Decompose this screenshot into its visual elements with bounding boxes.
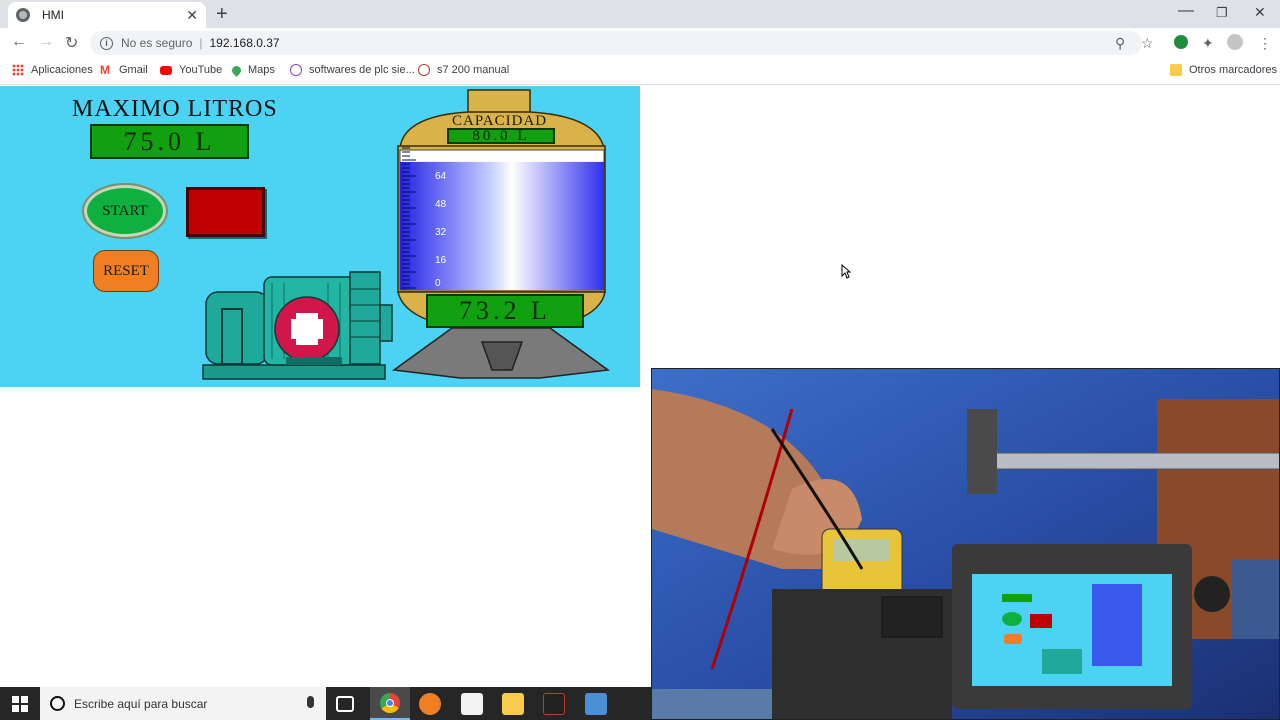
apps-grid-icon: [12, 64, 24, 76]
camera-photo: [652, 369, 1279, 719]
maps-icon: [230, 63, 243, 77]
browser-tab-strip: HMI ✕ + — ❐ ✕: [0, 0, 1280, 28]
bookmarks-bar: Aplicaciones M Gmail YouTube Maps softwa…: [0, 58, 1280, 85]
bookmark-label: Maps: [248, 64, 275, 76]
chrome-icon-center: [386, 699, 394, 707]
browser-toolbar: ← → ↻ i No es seguro | 192.168.0.37 ⚲ ☆ …: [0, 28, 1280, 58]
max-liters-title: MAXIMO LITROS: [72, 96, 278, 122]
tab-close-icon[interactable]: ✕: [186, 7, 198, 24]
hmi-panel: MAXIMO LITROS 75.0 L START RESET CAPACID…: [0, 86, 640, 387]
ccleaner-icon[interactable]: [419, 693, 441, 715]
extension-shield-icon[interactable]: [1174, 35, 1188, 49]
bookmark-youtube[interactable]: YouTube: [160, 64, 222, 76]
scale-tick-label: 16: [435, 255, 447, 266]
info-icon[interactable]: i: [100, 36, 113, 50]
microphone-icon[interactable]: [307, 696, 314, 708]
bookmark-other-folder[interactable]: Otros marcadores: [1170, 64, 1277, 76]
url-text[interactable]: 192.168.0.37: [210, 36, 280, 50]
site-icon: [418, 64, 430, 76]
current-level-display[interactable]: 73.2 L: [426, 294, 584, 328]
scale-tick-label: 32: [435, 227, 447, 238]
task-view-icon[interactable]: [336, 696, 354, 712]
app-a-icon[interactable]: [543, 693, 565, 715]
bookmark-maps[interactable]: Maps: [230, 63, 275, 77]
zoom-icon[interactable]: ⚲: [1115, 35, 1125, 52]
store-icon[interactable]: [461, 693, 483, 715]
youtube-icon: [160, 65, 172, 75]
search-placeholder: Escribe aquí para buscar: [74, 696, 208, 711]
back-arrow-icon[interactable]: ←: [11, 33, 27, 51]
forward-arrow-icon[interactable]: →: [38, 33, 54, 51]
tank-liquid-level: [400, 161, 604, 290]
bookmark-label: YouTube: [179, 64, 223, 76]
scale-tick-label: 64: [435, 171, 447, 182]
windows-start-icon[interactable]: [12, 696, 28, 712]
start-button[interactable]: START: [84, 185, 166, 237]
bookmark-s7-manual[interactable]: s7 200 manual: [418, 64, 509, 76]
taskbar-search-box[interactable]: Escribe aquí para buscar: [40, 687, 326, 720]
file-explorer-icon[interactable]: [502, 693, 524, 715]
site-icon: [290, 64, 302, 76]
menu-dots-icon[interactable]: ⋮: [1258, 35, 1272, 52]
app-tool-icon[interactable]: [585, 693, 607, 715]
max-liters-display[interactable]: 75.0 L: [90, 124, 249, 159]
tab-hmi[interactable]: HMI ✕: [8, 2, 206, 28]
tab-title: HMI: [42, 8, 64, 22]
taskbar-chrome-active[interactable]: [370, 687, 410, 720]
desktop-screen: HMI ✕ + — ❐ ✕ ← → ↻ i No es seguro | 192…: [0, 0, 1280, 720]
extensions-puzzle-icon[interactable]: ✦: [1202, 35, 1214, 52]
bookmark-label: Otros marcadores: [1189, 64, 1278, 76]
globe-icon: [16, 8, 30, 22]
star-bookmark-icon[interactable]: ☆: [1141, 35, 1154, 52]
bookmark-plc-software[interactable]: softwares de plc sie...: [290, 64, 415, 76]
mouse-cursor-icon: [841, 264, 851, 279]
cortana-icon: [50, 696, 65, 711]
reload-icon[interactable]: ↻: [65, 33, 78, 53]
minimize-button[interactable]: —: [1178, 2, 1194, 20]
close-window-button[interactable]: ✕: [1254, 4, 1266, 21]
address-separator: |: [199, 36, 203, 50]
bookmark-label: s7 200 manual: [437, 64, 510, 76]
stop-button[interactable]: [186, 187, 265, 237]
new-tab-button[interactable]: +: [216, 3, 228, 26]
windows-taskbar: Escribe aquí para buscar: [0, 687, 651, 720]
bookmark-label: Aplicaciones: [31, 64, 93, 76]
pump-illustration: [202, 271, 393, 380]
profile-avatar[interactable]: [1227, 34, 1243, 50]
bookmark-apps[interactable]: Aplicaciones: [12, 64, 93, 76]
bookmark-label: softwares de plc sie...: [309, 64, 415, 76]
reset-button[interactable]: RESET: [93, 250, 159, 292]
folder-icon: [1170, 64, 1182, 76]
scale-tick-label: 48: [435, 199, 447, 210]
maximize-button[interactable]: ❐: [1216, 5, 1228, 21]
capacity-display[interactable]: 80.0 L: [447, 128, 555, 144]
bookmark-label: Gmail: [119, 64, 148, 76]
bookmark-gmail[interactable]: M Gmail: [100, 64, 148, 76]
security-label: No es seguro: [121, 36, 193, 50]
gmail-icon: M: [100, 63, 110, 77]
scale-tick-label: 0: [435, 278, 441, 289]
address-bar[interactable]: i No es seguro | 192.168.0.37: [90, 31, 1142, 55]
camera-video-overlay: [651, 368, 1280, 720]
